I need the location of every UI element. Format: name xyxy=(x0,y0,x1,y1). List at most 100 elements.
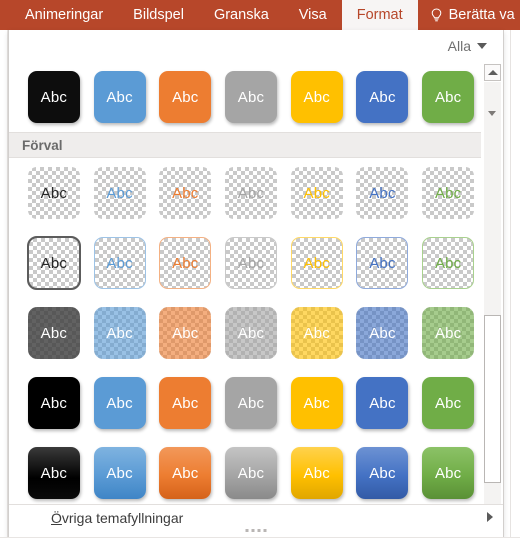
style-swatch[interactable]: Abc xyxy=(159,447,212,499)
style-swatch[interactable]: Abc xyxy=(290,307,343,359)
gallery-swatch-cell[interactable]: Abc xyxy=(218,67,284,127)
style-swatch[interactable]: Abc xyxy=(290,237,343,289)
style-swatch[interactable]: Abc xyxy=(290,447,343,499)
style-swatch[interactable]: Abc xyxy=(225,377,278,429)
style-swatch[interactable]: Abc xyxy=(290,377,343,429)
gallery-swatch-cell[interactable]: Abc xyxy=(87,67,153,127)
gallery-swatch-cell[interactable]: Abc xyxy=(152,163,218,223)
gallery-swatch-cell[interactable]: Abc xyxy=(350,443,416,503)
gallery-row-solid-fill: Abc Abc Abc Abc Abc Abc Abc xyxy=(9,368,481,438)
style-swatch[interactable]: Abc xyxy=(93,237,146,289)
style-swatch[interactable]: Abc xyxy=(422,447,475,499)
style-swatch[interactable]: Abc xyxy=(356,237,409,289)
style-swatch[interactable]: Abc xyxy=(356,377,409,429)
style-swatch[interactable]: Abc xyxy=(93,307,146,359)
gallery-swatch-cell[interactable]: Abc xyxy=(284,443,350,503)
gallery-filter-alla[interactable]: Alla xyxy=(444,36,491,56)
ribbon-tab-bildspel[interactable]: Bildspel xyxy=(118,0,199,30)
gallery-swatch-cell[interactable]: Abc xyxy=(218,373,284,433)
style-swatch[interactable]: Abc xyxy=(27,307,80,359)
gallery-swatch-cell[interactable]: Abc xyxy=(415,67,481,127)
gallery-swatch-cell[interactable]: Abc xyxy=(218,233,284,293)
gallery-swatch-cell[interactable]: Abc xyxy=(350,303,416,363)
gallery-swatch-cell[interactable]: Abc xyxy=(284,233,350,293)
gallery-swatch-cell[interactable]: Abc xyxy=(87,303,153,363)
style-swatch[interactable]: Abc xyxy=(159,307,212,359)
style-swatch[interactable]: Abc xyxy=(225,71,278,123)
gallery-swatch-cell[interactable]: Abc xyxy=(350,233,416,293)
style-swatch[interactable]: Abc xyxy=(26,236,81,290)
style-swatch[interactable]: Abc xyxy=(27,377,80,429)
style-swatch[interactable]: Abc xyxy=(356,447,409,499)
ribbon-tab-animeringar[interactable]: Animeringar xyxy=(0,0,118,30)
gallery-swatch-cell[interactable]: Abc xyxy=(87,443,153,503)
gallery-swatch-cell[interactable]: Abc xyxy=(21,233,87,293)
style-swatch[interactable]: Abc xyxy=(225,447,278,499)
style-swatch[interactable]: Abc xyxy=(27,71,80,123)
gallery-swatch-cell[interactable]: Abc xyxy=(415,303,481,363)
gallery-swatch-cell[interactable]: Abc xyxy=(21,67,87,127)
more-theme-fills-item[interactable]: Övriga temafyllningar xyxy=(9,505,503,531)
style-swatch[interactable]: Abc xyxy=(356,307,409,359)
style-swatch[interactable]: Abc xyxy=(27,447,80,499)
style-swatch[interactable]: Abc xyxy=(356,71,409,123)
style-swatch[interactable]: Abc xyxy=(159,167,212,219)
gallery-swatch-cell[interactable]: Abc xyxy=(284,303,350,363)
shape-styles-gallery: Alla Abc Abc Abc Abc Abc Abc Abc Förval Abc Abc Ab… xyxy=(8,30,504,538)
style-swatch[interactable]: Abc xyxy=(356,167,409,219)
style-swatch[interactable]: Abc xyxy=(93,167,146,219)
gallery-scroll-viewport: Abc Abc Abc Abc Abc Abc Abc Förval Abc Abc Abc Abc A… xyxy=(9,62,503,505)
gallery-swatch-cell[interactable]: Abc xyxy=(218,163,284,223)
gallery-swatch-cell[interactable]: Abc xyxy=(87,373,153,433)
style-swatch[interactable]: Abc xyxy=(422,237,475,289)
gallery-swatch-cell[interactable]: Abc xyxy=(350,67,416,127)
gallery-swatch-cell[interactable]: Abc xyxy=(152,67,218,127)
style-swatch[interactable]: Abc xyxy=(93,71,146,123)
gallery-swatch-cell[interactable]: Abc xyxy=(284,373,350,433)
gallery-swatch-cell[interactable]: Abc xyxy=(415,443,481,503)
gallery-swatch-cell[interactable]: Abc xyxy=(152,233,218,293)
tell-me-box[interactable]: Berätta va xyxy=(418,0,520,30)
style-swatch[interactable]: Abc xyxy=(159,377,212,429)
gallery-resize-grip[interactable] xyxy=(245,529,267,532)
style-swatch[interactable]: Abc xyxy=(422,307,475,359)
gallery-scrollbar[interactable] xyxy=(482,62,502,537)
gallery-swatch-cell[interactable]: Abc xyxy=(21,303,87,363)
ribbon-tab-granska[interactable]: Granska xyxy=(199,0,284,30)
gallery-swatch-cell[interactable]: Abc xyxy=(284,67,350,127)
style-swatch[interactable]: Abc xyxy=(422,377,475,429)
gallery-swatch-cell[interactable]: Abc xyxy=(350,163,416,223)
scroll-up-button[interactable] xyxy=(484,64,501,81)
scrollbar-thumb[interactable] xyxy=(484,315,501,483)
gallery-swatch-cell[interactable]: Abc xyxy=(152,443,218,503)
style-swatch[interactable]: Abc xyxy=(290,71,343,123)
style-swatch-label: Abc xyxy=(237,324,265,342)
style-swatch[interactable]: Abc xyxy=(225,167,278,219)
style-swatch[interactable]: Abc xyxy=(93,377,146,429)
style-swatch[interactable]: Abc xyxy=(159,71,212,123)
style-swatch[interactable]: Abc xyxy=(93,447,146,499)
gallery-swatch-cell[interactable]: Abc xyxy=(415,233,481,293)
gallery-swatch-cell[interactable]: Abc xyxy=(415,373,481,433)
style-swatch[interactable]: Abc xyxy=(159,237,212,289)
gallery-swatch-cell[interactable]: Abc xyxy=(218,303,284,363)
gallery-swatch-cell[interactable]: Abc xyxy=(218,443,284,503)
style-swatch[interactable]: Abc xyxy=(225,237,278,289)
style-swatch[interactable]: Abc xyxy=(422,167,475,219)
gallery-swatch-cell[interactable]: Abc xyxy=(87,163,153,223)
ribbon-tab-format[interactable]: Format xyxy=(341,0,418,30)
style-swatch[interactable]: Abc xyxy=(422,71,475,123)
style-swatch[interactable]: Abc xyxy=(225,307,278,359)
style-swatch[interactable]: Abc xyxy=(290,167,343,219)
gallery-swatch-cell[interactable]: Abc xyxy=(87,233,153,293)
ribbon-tab-visa[interactable]: Visa xyxy=(284,0,342,30)
gallery-swatch-cell[interactable]: Abc xyxy=(284,163,350,223)
gallery-swatch-cell[interactable]: Abc xyxy=(21,373,87,433)
gallery-swatch-cell[interactable]: Abc xyxy=(152,373,218,433)
gallery-swatch-cell[interactable]: Abc xyxy=(152,303,218,363)
gallery-swatch-cell[interactable]: Abc xyxy=(21,163,87,223)
gallery-swatch-cell[interactable]: Abc xyxy=(415,163,481,223)
gallery-swatch-cell[interactable]: Abc xyxy=(350,373,416,433)
gallery-swatch-cell[interactable]: Abc xyxy=(21,443,87,503)
style-swatch[interactable]: Abc xyxy=(27,167,80,219)
